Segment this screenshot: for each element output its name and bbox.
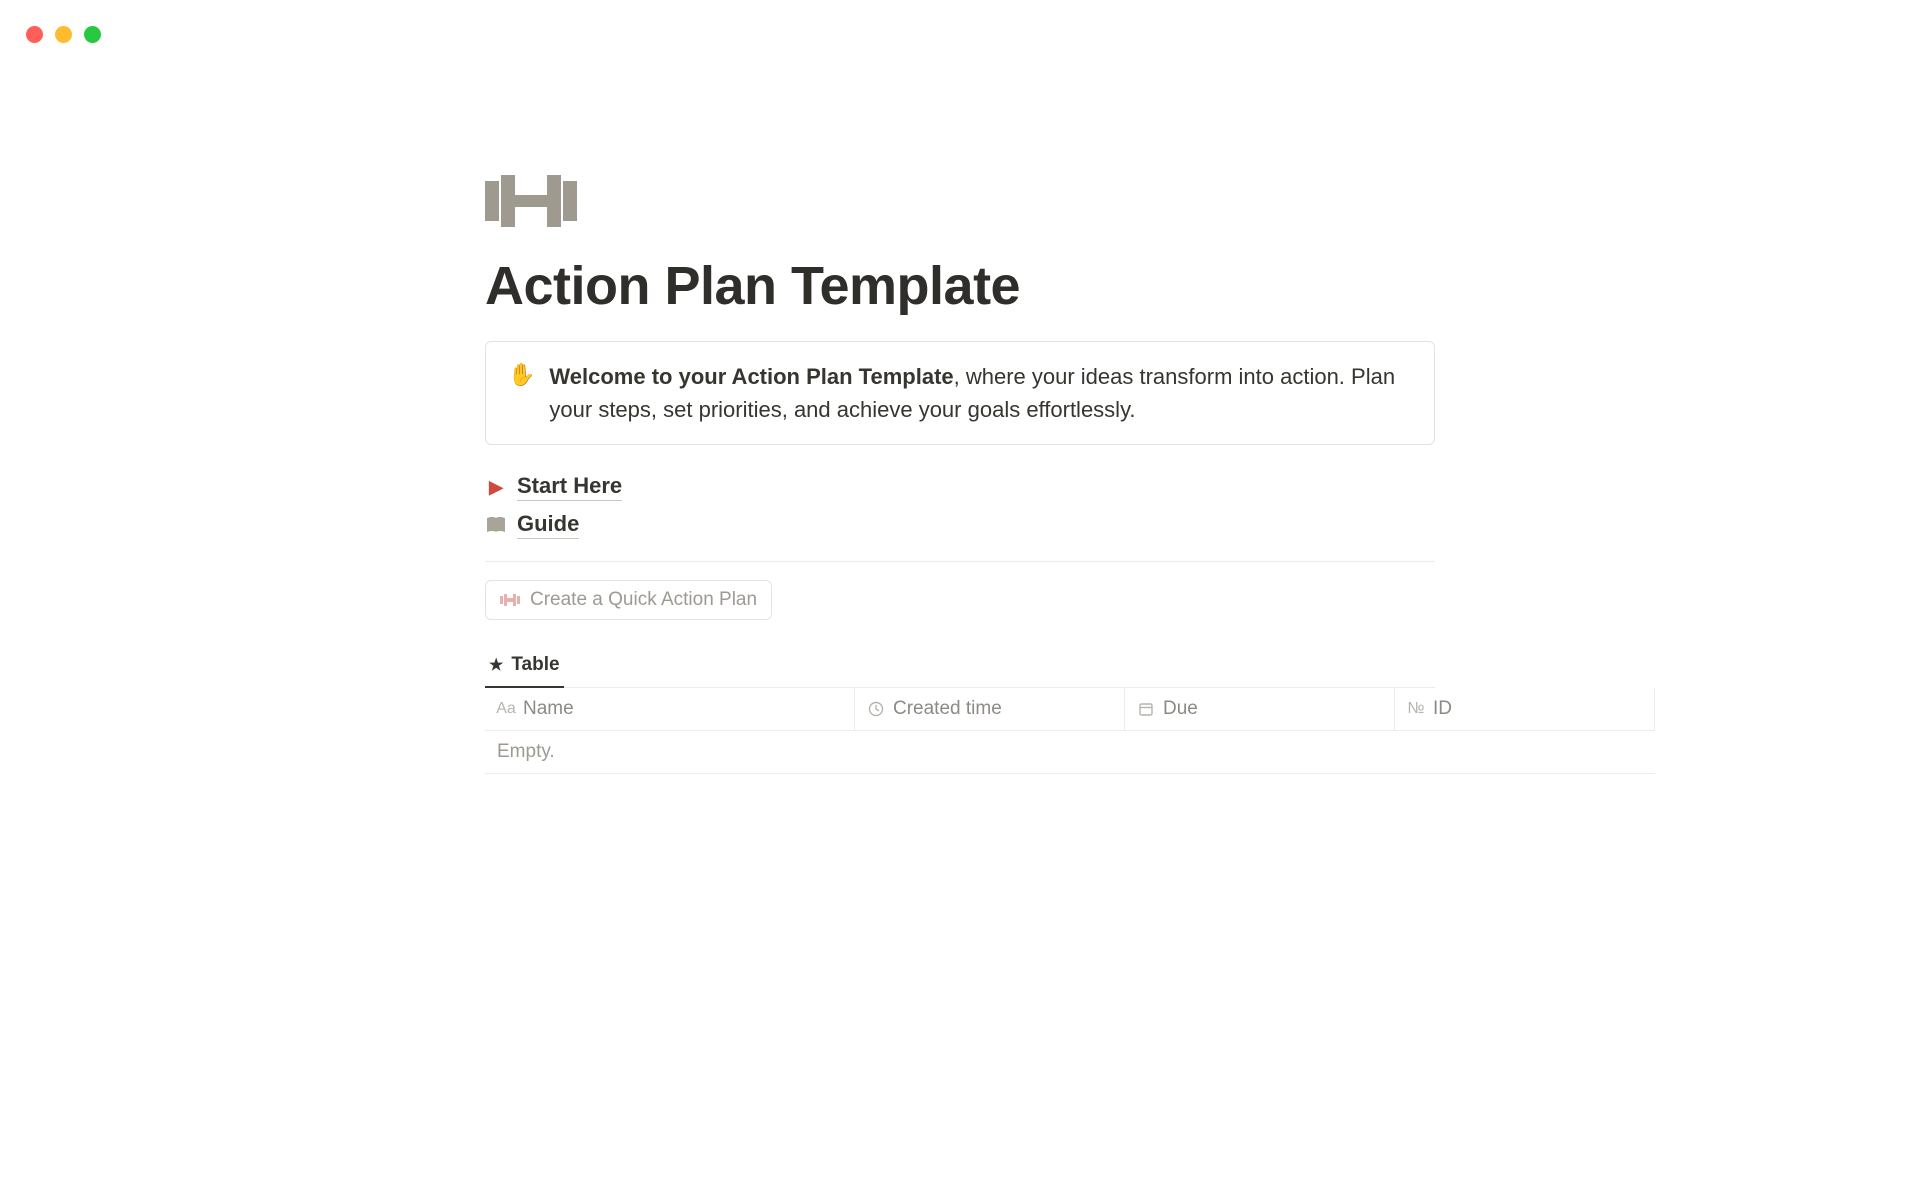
window-minimize-dot[interactable] [55, 26, 72, 43]
tab-table[interactable]: ★ Table [485, 646, 564, 688]
page-title: Action Plan Template [485, 255, 1435, 317]
column-header-created-time[interactable]: Created time [855, 688, 1125, 730]
database-table: Aa Name Created time Due № ID Empty. [485, 688, 1655, 774]
subpage-links: ▶ Start Here Guide [485, 473, 1435, 562]
window-close-dot[interactable] [26, 26, 43, 43]
column-label: Due [1163, 698, 1198, 720]
number-icon: № [1407, 700, 1425, 718]
link-label: Guide [517, 511, 579, 539]
table-header-row: Aa Name Created time Due № ID [485, 688, 1655, 731]
clock-icon [867, 701, 885, 717]
callout-text: Welcome to your Action Plan Template, wh… [549, 360, 1412, 426]
quick-button-label: Create a Quick Action Plan [530, 589, 757, 611]
star-icon: ★ [489, 655, 503, 675]
play-icon: ▶ [485, 477, 507, 498]
column-label: Name [523, 698, 574, 720]
column-header-due[interactable]: Due [1125, 688, 1395, 730]
hand-stop-icon: ✋ [508, 360, 535, 426]
window-zoom-dot[interactable] [84, 26, 101, 43]
column-header-id[interactable]: № ID [1395, 688, 1655, 730]
calendar-icon [1137, 701, 1155, 717]
welcome-callout: ✋ Welcome to your Action Plan Template, … [485, 341, 1435, 445]
create-quick-action-plan-button[interactable]: Create a Quick Action Plan [485, 580, 772, 620]
table-empty-state: Empty. [485, 731, 1655, 774]
column-label: ID [1433, 698, 1452, 720]
view-tabs: ★ Table [485, 646, 1435, 688]
quick-action-row: Create a Quick Action Plan [485, 562, 1435, 620]
dumbbell-small-icon [500, 594, 520, 606]
link-start-here[interactable]: ▶ Start Here [485, 473, 1435, 501]
link-guide[interactable]: Guide [485, 511, 1435, 539]
callout-bold: Welcome to your Action Plan Template [549, 364, 953, 389]
column-label: Created time [893, 698, 1002, 720]
book-icon [485, 517, 507, 533]
dumbbell-icon [485, 175, 1435, 227]
page-content: Action Plan Template ✋ Welcome to your A… [485, 0, 1435, 774]
link-label: Start Here [517, 473, 622, 501]
column-header-name[interactable]: Aa Name [485, 688, 855, 730]
window-traffic-lights [26, 26, 101, 43]
tab-label: Table [511, 654, 559, 676]
text-aa-icon: Aa [497, 700, 515, 718]
